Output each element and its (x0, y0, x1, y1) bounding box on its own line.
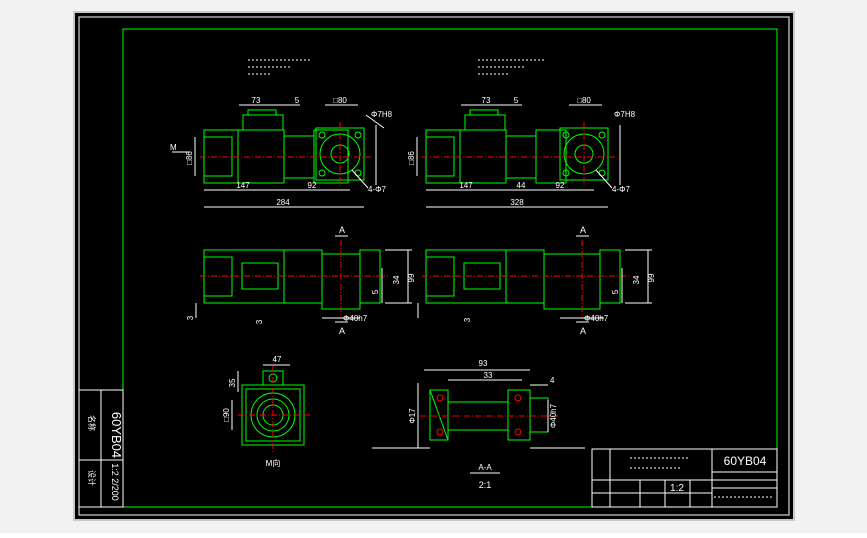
s1-dim-3: 3 (255, 319, 264, 324)
v2-dim-total: 328 (510, 198, 524, 207)
s1-dim-hole: Φ40h7 (343, 314, 368, 323)
cad-viewport[interactable]: 60YB04 1:2 2/200 名称 设计 73 5 □80 Φ7H8 □86… (0, 0, 867, 533)
v1-dim-left: □86 (185, 151, 194, 165)
s2-section-a-top: A (580, 225, 586, 235)
s1-dim-34: 34 (392, 275, 401, 284)
v2-dim-5: 5 (514, 96, 519, 105)
drawing-area (73, 11, 795, 521)
s1-dim-99: 99 (407, 273, 416, 282)
v1-dim-square: □80 (333, 96, 347, 105)
v1-dim-147: 147 (236, 181, 250, 190)
front-dim-35: 35 (228, 378, 237, 387)
v1-marker: M (170, 143, 177, 152)
v1-dim-73: 73 (252, 96, 261, 105)
v1-dim-hole: 4-Φ7 (368, 185, 386, 194)
front-dim-square: □90 (222, 408, 231, 422)
s2-dim-34: 34 (632, 275, 641, 284)
s1-dim-5: 5 (371, 289, 380, 294)
s2-dim-hole: Φ40h7 (584, 314, 609, 323)
s1-dim-left: 3 (186, 315, 195, 320)
front-label: M向 (266, 458, 281, 468)
v2-dim-92: 92 (556, 181, 565, 190)
s2-section-a-bottom: A (580, 326, 586, 336)
side-scale: 1:2 2/200 (110, 463, 120, 501)
section-dim-93: 93 (479, 359, 488, 368)
s2-dim-5: 5 (611, 289, 620, 294)
v2-dim-square: □80 (577, 96, 591, 105)
title-drawing-no: 60YB04 (724, 454, 767, 468)
v1-dim-dia: Φ7H8 (371, 110, 393, 119)
drawing-canvas[interactable]: 60YB04 1:2 2/200 名称 设计 73 5 □80 Φ7H8 □86… (0, 0, 867, 533)
s1-section-a-bottom: A (339, 326, 345, 336)
side-text-1: 名称 (87, 415, 97, 431)
v1-dim-total: 284 (276, 198, 290, 207)
v2-dim-147: 147 (459, 181, 473, 190)
s2-dim-left: 3 (463, 317, 472, 322)
v2-dim-hole: 4-Φ7 (612, 185, 630, 194)
side-drawing-no: 60YB04 (109, 412, 124, 458)
s2-dim-99: 99 (647, 273, 656, 282)
v2-dim-left: □86 (407, 151, 416, 165)
front-dim-47: 47 (273, 355, 282, 364)
section-scale: 2:1 (479, 480, 492, 490)
v2-dim-73: 73 (482, 96, 491, 105)
v2-dim-44: 44 (517, 181, 526, 190)
v2-dim-dia: Φ7H8 (614, 110, 636, 119)
section-dim-dia2: Φ40h7 (549, 403, 558, 428)
title-scale: 1:2 (670, 483, 684, 494)
v1-dim-92: 92 (308, 181, 317, 190)
section-dim-33: 33 (484, 371, 493, 380)
section-label: A-A (478, 463, 492, 472)
section-dim-4: 4 (550, 376, 555, 385)
section-dim-dia: Φ17 (408, 408, 417, 424)
side-text-2: 设计 (87, 470, 97, 486)
v1-dim-5: 5 (295, 96, 300, 105)
s1-section-a-top: A (339, 225, 345, 235)
